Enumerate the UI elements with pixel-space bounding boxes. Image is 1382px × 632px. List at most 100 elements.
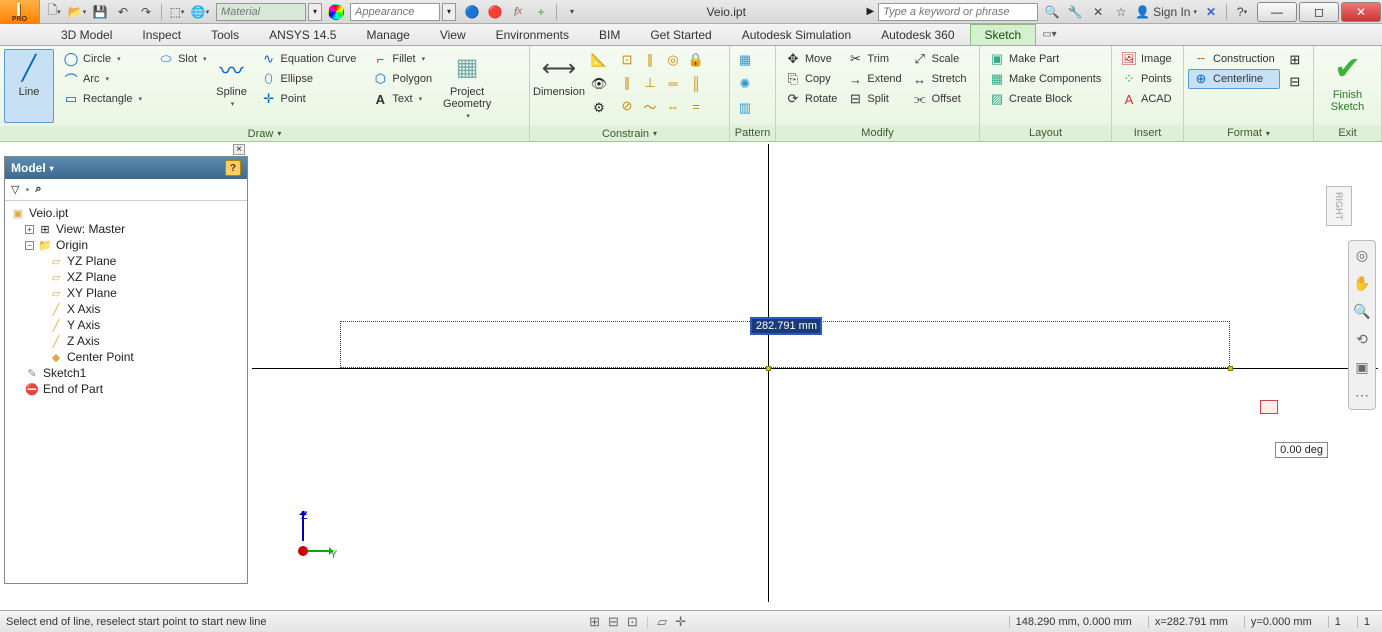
extend-button[interactable]: →Extend xyxy=(842,69,906,89)
tree-x-axis[interactable]: ╱X Axis xyxy=(7,301,245,317)
status-tool-1[interactable]: ⊞ xyxy=(589,614,600,630)
status-tool-5[interactable]: ✛ xyxy=(675,614,686,630)
finish-sketch-button[interactable]: ✔ Finish Sketch xyxy=(1322,49,1374,113)
appearance-input[interactable] xyxy=(350,3,440,21)
tree-z-axis[interactable]: ╱Z Axis xyxy=(7,333,245,349)
rect-pattern-icon[interactable]: ▦ xyxy=(734,49,756,71)
equal-icon[interactable]: = xyxy=(685,95,707,117)
image-button[interactable]: 🖼Image xyxy=(1116,49,1177,69)
perpendicular-icon[interactable]: ⊥ xyxy=(639,72,661,94)
rotate-button[interactable]: ⟳Rotate xyxy=(780,89,842,109)
x-button[interactable]: ✕ xyxy=(1201,3,1221,21)
driven-dim-icon[interactable]: ⊞ xyxy=(1284,49,1306,71)
qat-dropdown[interactable]: ▾ xyxy=(562,3,582,21)
tab-bim[interactable]: BIM xyxy=(584,24,635,45)
view-cube-right[interactable]: RIGHT xyxy=(1326,186,1352,226)
concentric-icon[interactable]: ◎ xyxy=(662,49,684,71)
orbit-icon[interactable]: ⟲ xyxy=(1352,329,1372,349)
fx-button[interactable]: fx xyxy=(508,3,528,21)
search-input[interactable] xyxy=(878,3,1038,21)
undo-button[interactable]: ↶ xyxy=(113,3,133,21)
tree-root[interactable]: ▣Veio.ipt xyxy=(7,205,245,221)
split-button[interactable]: ⊟Split xyxy=(842,89,906,109)
tree-xy-plane[interactable]: ▱XY Plane xyxy=(7,285,245,301)
dimension-input[interactable] xyxy=(750,317,822,335)
move-button[interactable]: ✥Move xyxy=(780,49,842,69)
look-at-icon[interactable]: ▣ xyxy=(1352,357,1372,377)
mirror-icon[interactable]: ▥ xyxy=(734,97,756,119)
material-input[interactable] xyxy=(216,3,306,21)
status-tool-3[interactable]: ⊡ xyxy=(627,614,638,630)
circ-pattern-icon[interactable]: ✺ xyxy=(734,73,756,95)
material-dropdown[interactable]: ▾ xyxy=(308,3,322,21)
make-components-button[interactable]: ▦Make Components xyxy=(984,69,1106,89)
tab-tools[interactable]: Tools xyxy=(196,24,254,45)
vertical-icon[interactable]: ║ xyxy=(685,72,707,94)
create-block-button[interactable]: ▨Create Block xyxy=(984,89,1106,109)
tab-sketch[interactable]: Sketch xyxy=(970,24,1037,45)
smooth-icon[interactable]: ～ xyxy=(639,95,661,117)
tab-view[interactable]: View xyxy=(425,24,481,45)
adjust-button[interactable]: 🔵 xyxy=(462,3,482,21)
coincident-icon[interactable]: ⊡ xyxy=(616,49,638,71)
browser-header[interactable]: Model▾? xyxy=(5,157,247,179)
appearance-swatch[interactable] xyxy=(328,4,344,20)
collinear-icon[interactable]: ∥ xyxy=(639,49,661,71)
tree-end-of-part[interactable]: ⛔End of Part xyxy=(7,381,245,397)
tab-environments[interactable]: Environments xyxy=(481,24,584,45)
binoculars-icon[interactable]: 🔍 xyxy=(1042,3,1062,21)
open-button[interactable]: 📂▾ xyxy=(67,3,87,21)
parallel-icon[interactable]: ∥ xyxy=(616,72,638,94)
update-button[interactable]: 🌐▾ xyxy=(190,3,210,21)
clear-button[interactable]: 🔴 xyxy=(485,3,505,21)
pan-icon[interactable]: ✋ xyxy=(1352,273,1372,293)
tab-3d-model[interactable]: 3D Model xyxy=(46,24,127,45)
dimension-button[interactable]: ⟷Dimension xyxy=(534,49,584,123)
tree-y-axis[interactable]: ╱Y Axis xyxy=(7,317,245,333)
centerline-button[interactable]: ⊕Centerline xyxy=(1188,69,1280,89)
exchange-button[interactable]: ✕ xyxy=(1088,3,1108,21)
tab-inspect[interactable]: Inspect xyxy=(127,24,196,45)
tree-yz-plane[interactable]: ▱YZ Plane xyxy=(7,253,245,269)
find-icon[interactable]: ⌕ xyxy=(35,183,41,196)
offset-button[interactable]: ⫘Offset xyxy=(907,89,972,109)
polygon-button[interactable]: ⬡Polygon xyxy=(367,69,437,89)
point-button[interactable]: ✛Point xyxy=(256,89,362,109)
zoom-icon[interactable]: 🔍 xyxy=(1352,301,1372,321)
fillet-button[interactable]: ⌐Fillet▾ xyxy=(367,49,437,69)
select-button[interactable]: ⬚▾ xyxy=(167,3,187,21)
make-part-button[interactable]: ▣Make Part xyxy=(984,49,1106,69)
copy-button[interactable]: ⎘Copy xyxy=(780,69,842,89)
new-button[interactable]: 🗋▾ xyxy=(44,3,64,21)
tab-ansys[interactable]: ANSYS 14.5 xyxy=(254,24,351,45)
rectangle-button[interactable]: ▭Rectangle▾ xyxy=(58,89,147,109)
equation-curve-button[interactable]: ∿Equation Curve xyxy=(256,49,362,69)
stretch-button[interactable]: ↔Stretch xyxy=(907,69,972,89)
ribbon-minimize-icon[interactable]: ▭▾ xyxy=(1042,24,1056,45)
slot-button[interactable]: ⬭Slot▾ xyxy=(153,49,211,69)
status-tool-4[interactable]: ▱ xyxy=(657,614,667,630)
points-button[interactable]: ⁘Points xyxy=(1116,69,1177,89)
auto-dim-icon[interactable]: 📐 xyxy=(588,49,610,71)
acad-button[interactable]: AACAD xyxy=(1116,89,1177,109)
tree-center-point[interactable]: ◆Center Point xyxy=(7,349,245,365)
panel-format-title[interactable]: Format▾ xyxy=(1184,125,1313,141)
maximize-button[interactable]: ◻ xyxy=(1299,2,1339,22)
project-geometry-button[interactable]: ▦Project Geometry▾ xyxy=(437,49,497,123)
filter-icon[interactable]: ▽ xyxy=(11,183,19,196)
panel-draw-title[interactable]: Draw▾ xyxy=(0,126,529,141)
plus-button[interactable]: + xyxy=(531,3,551,21)
show-format-icon[interactable]: ⊟ xyxy=(1284,71,1306,93)
browser-close-icon[interactable]: × xyxy=(233,144,245,155)
panel-constrain-title[interactable]: Constrain▾ xyxy=(530,126,729,141)
tab-360[interactable]: Autodesk 360 xyxy=(866,24,969,45)
text-button[interactable]: AText▾ xyxy=(367,89,437,109)
status-tool-2[interactable]: ⊟ xyxy=(608,614,619,630)
signin-button[interactable]: 👤 Sign In ▾ xyxy=(1134,3,1198,21)
steering-wheel-icon[interactable]: ◎ xyxy=(1352,245,1372,265)
sketch-canvas[interactable]: 0.00 deg Z Y xyxy=(252,144,1378,602)
key-button[interactable]: 🔧 xyxy=(1065,3,1085,21)
arc-button[interactable]: ⌒Arc▾ xyxy=(58,69,147,89)
constraint-settings-icon[interactable]: ⚙ xyxy=(588,97,610,119)
app-icon[interactable]: PRO xyxy=(0,0,40,24)
